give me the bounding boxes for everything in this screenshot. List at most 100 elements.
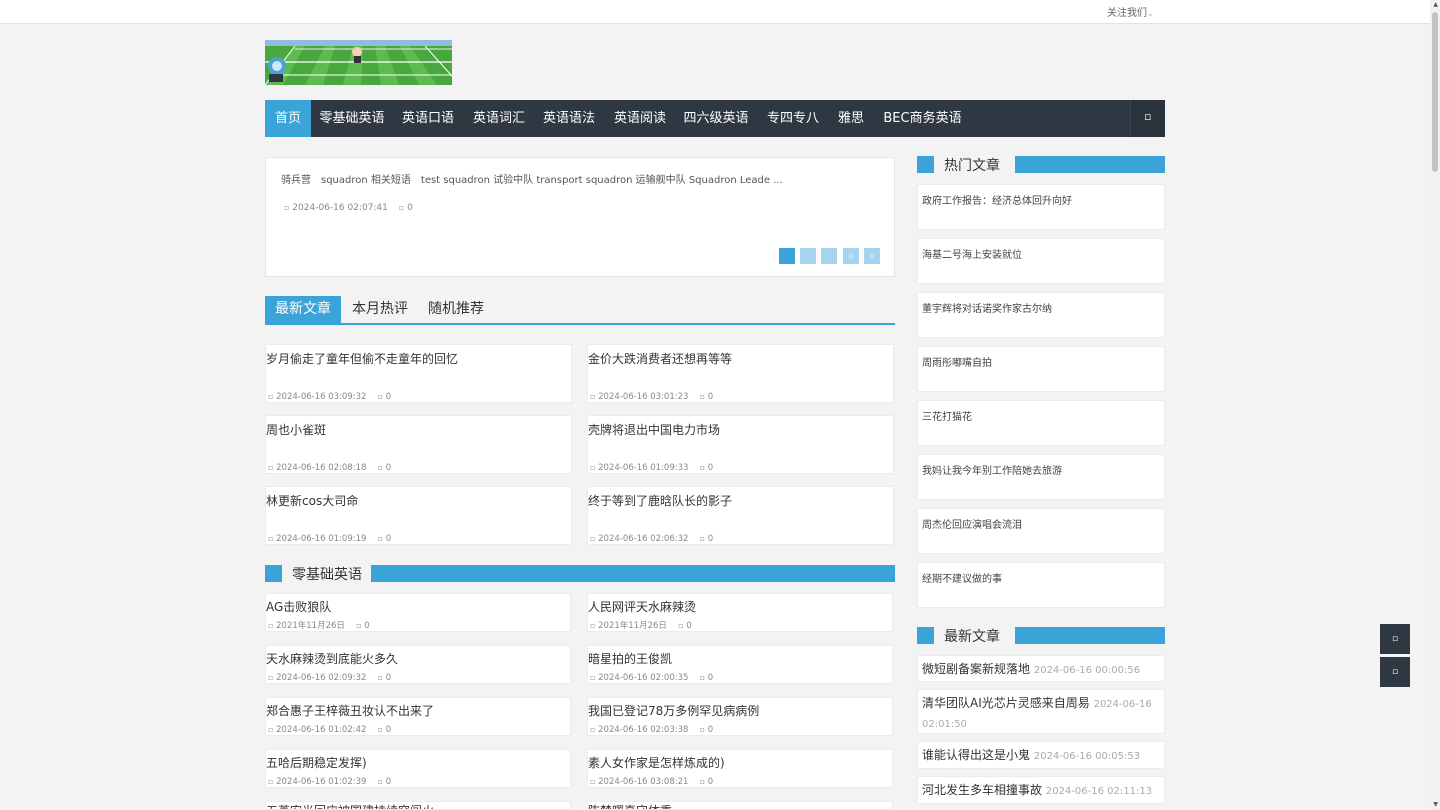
list-item[interactable]: 天水麻辣烫到底能火多久 ▫ 2024-06-16 02:09:32 ▫ 0: [265, 645, 571, 684]
article-comment-count: 0: [385, 725, 392, 735]
nav-item-grammar[interactable]: 英语语法: [534, 100, 604, 137]
slider-dot-1[interactable]: [779, 248, 795, 264]
calendar-icon: ▫: [590, 621, 596, 630]
tab-monthly-hot[interactable]: 本月热评: [345, 296, 415, 323]
list-item[interactable]: 微短剧备案新规落地 2024-06-16 00:00:56: [917, 655, 1165, 682]
article-title[interactable]: 陈楚曙真守体重: [588, 802, 672, 809]
list-item[interactable]: 暗星拍的王俊凯 ▫ 2024-06-16 02:00:35 ▫ 0: [587, 645, 893, 684]
follow-us-link[interactable]: 关注我们⌄: [1107, 4, 1154, 19]
list-item[interactable]: 岁月偷走了童年但偷不走童年的回忆 ▫ 2024-06-16 03:09:32 ▫…: [265, 344, 572, 403]
latest-article-title[interactable]: 微短剧备案新规落地: [922, 662, 1030, 676]
list-item[interactable]: 我国已登记78万多例罕见病病例 ▫ 2024-06-16 02:03:38 ▫ …: [587, 697, 893, 736]
article-title[interactable]: AG击败狼队: [266, 598, 331, 615]
calendar-icon: ▫: [268, 673, 274, 682]
list-item[interactable]: 清华团队AI光芯片灵感来自周易 2024-06-16 02:01:50: [917, 689, 1165, 734]
nav-item-bec[interactable]: BEC商务英语: [875, 100, 970, 137]
latest-article-title[interactable]: 河北发生多车相撞事故: [922, 783, 1042, 797]
list-item[interactable]: 河北发生多车相撞事故 2024-06-16 02:11:13: [917, 776, 1165, 804]
scroll-thumb[interactable]: [1432, 12, 1438, 172]
article-title[interactable]: 林更新cos大司命: [266, 492, 358, 509]
hot-article-title[interactable]: 周雨彤嘟嘴自拍: [922, 354, 992, 369]
article-title[interactable]: 暗星拍的王俊凯: [588, 650, 672, 667]
list-item[interactable]: 周杰伦回应演唱会流泪: [917, 508, 1165, 554]
scrollbar[interactable]: ▲ ▼: [1430, 0, 1440, 810]
scroll-up-arrow-icon[interactable]: ▲: [1433, 2, 1438, 8]
scroll-down-arrow-icon[interactable]: ▼: [1433, 802, 1438, 808]
article-title[interactable]: 周也小雀斑: [266, 421, 326, 438]
list-item[interactable]: 五菱宏光回应被国建持续突闯火: [265, 801, 571, 810]
hot-article-title[interactable]: 我妈让我今年别工作陪她去旅游: [922, 462, 1062, 477]
nav-item-spoken-english[interactable]: 英语口语: [393, 100, 463, 137]
search-button[interactable]: ▫: [1130, 100, 1165, 137]
list-item[interactable]: 人民网评天水麻辣烫 ▫ 2021年11月26日 ▫ 0: [587, 593, 893, 632]
site-logo[interactable]: [265, 40, 452, 85]
article-title[interactable]: 郑合惠子王梓薇丑妆认不出来了: [266, 702, 434, 719]
list-item[interactable]: 林更新cos大司命 ▫ 2024-06-16 01:09:19 ▫ 0: [265, 486, 572, 545]
tab-random[interactable]: 随机推荐: [421, 296, 491, 323]
list-item[interactable]: 金价大跌消费者还想再等等 ▫ 2024-06-16 03:01:23 ▫ 0: [587, 344, 894, 403]
hot-article-title[interactable]: 经期不建议做的事: [922, 570, 1002, 585]
nav-item-tem[interactable]: 专四专八: [760, 100, 826, 137]
calendar-icon: ▫: [268, 777, 274, 786]
article-title[interactable]: 五菱宏光回应被国建持续突闯火: [266, 802, 434, 809]
floating-button-1[interactable]: ▫: [1380, 624, 1410, 654]
article-meta: ▫ 2024-06-16 02:03:38 ▫ 0: [590, 723, 713, 735]
slider-dot-2[interactable]: [800, 248, 816, 264]
featured-slider[interactable]: 骑兵营 squadron 相关短语 test squadron 试验中队 tra…: [265, 157, 895, 277]
article-title[interactable]: 金价大跌消费者还想再等等: [588, 350, 732, 367]
hot-article-title[interactable]: 董宇辉将对话诺奖作家古尔纳: [922, 300, 1052, 315]
article-title[interactable]: 终于等到了鹿晗队长的影子: [588, 492, 732, 509]
article-title[interactable]: 人民网评天水麻辣烫: [588, 598, 696, 615]
slider-dot-5[interactable]: ▫: [864, 248, 880, 264]
latest-article-title[interactable]: 谁能认得出这是小鬼: [922, 748, 1030, 762]
nav-item-basic-english[interactable]: 零基础英语: [313, 100, 391, 137]
article-title[interactable]: 天水麻辣烫到底能火多久: [266, 650, 398, 667]
comment-icon: ▫: [699, 463, 706, 472]
latest-article-title[interactable]: 清华团队AI光芯片灵感来自周易: [922, 696, 1090, 710]
nav-item-vocabulary[interactable]: 英语词汇: [464, 100, 534, 137]
nav-item-cet[interactable]: 四六级英语: [677, 100, 755, 137]
hot-article-title[interactable]: 周杰伦回应演唱会流泪: [922, 516, 1022, 531]
list-item[interactable]: 经期不建议做的事: [917, 562, 1165, 608]
slider-dot-3[interactable]: [821, 248, 837, 264]
slider-comment-count: 0: [407, 203, 413, 213]
article-date: 2024-06-16 01:09:19: [276, 534, 367, 544]
list-item[interactable]: 海基二号海上安装就位: [917, 238, 1165, 284]
comment-icon: ▫: [699, 673, 706, 682]
list-item[interactable]: 董宇辉将对话诺奖作家古尔纳: [917, 292, 1165, 338]
list-item[interactable]: 郑合惠子王梓薇丑妆认不出来了 ▫ 2024-06-16 01:02:42 ▫ 0: [265, 697, 571, 736]
list-item[interactable]: 素人女作家是怎样炼成的) ▫ 2024-06-16 03:08:21 ▫ 0: [587, 749, 893, 788]
list-item[interactable]: 谁能认得出这是小鬼 2024-06-16 00:05:53: [917, 741, 1165, 769]
list-item[interactable]: AG击败狼队 ▫ 2021年11月26日 ▫ 0: [265, 593, 571, 632]
nav-item-home[interactable]: 首页: [265, 100, 311, 137]
list-item[interactable]: 我妈让我今年别工作陪她去旅游: [917, 454, 1165, 500]
list-item[interactable]: 三花打猫花: [917, 400, 1165, 446]
article-date: 2024-06-16 02:06:32: [598, 534, 689, 544]
list-item[interactable]: 陈楚曙真守体重: [587, 801, 893, 810]
floating-button-2[interactable]: ▫: [1380, 657, 1410, 687]
article-title[interactable]: 五哈后期稳定发挥): [266, 754, 367, 771]
list-item[interactable]: 政府工作报告：经济总体回升向好: [917, 184, 1165, 230]
list-item[interactable]: 周雨彤嘟嘴自拍: [917, 346, 1165, 392]
hot-article-title[interactable]: 三花打猫花: [922, 408, 972, 423]
slider-excerpt[interactable]: 骑兵营 squadron 相关短语 test squadron 试验中队 tra…: [281, 171, 783, 186]
tab-latest[interactable]: 最新文章: [265, 296, 341, 323]
article-title[interactable]: 素人女作家是怎样炼成的): [588, 754, 725, 771]
hot-article-title[interactable]: 海基二号海上安装就位: [922, 246, 1022, 261]
list-item[interactable]: 周也小雀斑 ▫ 2024-06-16 02:08:18 ▫ 0: [265, 415, 572, 474]
nav-item-ielts[interactable]: 雅思: [831, 100, 871, 137]
article-title[interactable]: 岁月偷走了童年但偷不走童年的回忆: [266, 350, 458, 367]
list-item[interactable]: 终于等到了鹿晗队长的影子 ▫ 2024-06-16 02:06:32 ▫ 0: [587, 486, 894, 545]
article-title[interactable]: 我国已登记78万多例罕见病病例: [588, 702, 759, 719]
calendar-icon: ▫: [590, 777, 596, 786]
slider-dot-4[interactable]: ▫: [843, 248, 859, 264]
top-bar: 关注我们⌄: [0, 0, 1430, 24]
article-title[interactable]: 壳牌将退出中国电力市场: [588, 421, 720, 438]
article-meta: ▫ 2024-06-16 02:06:32 ▫ 0: [590, 532, 713, 544]
section-title[interactable]: 零基础英语: [292, 564, 362, 584]
hot-article-title[interactable]: 政府工作报告：经济总体回升向好: [922, 192, 1072, 207]
section-rule: [1015, 627, 1165, 644]
list-item[interactable]: 壳牌将退出中国电力市场 ▫ 2024-06-16 01:09:33 ▫ 0: [587, 415, 894, 474]
list-item[interactable]: 五哈后期稳定发挥) ▫ 2024-06-16 01:02:39 ▫ 0: [265, 749, 571, 788]
nav-item-reading[interactable]: 英语阅读: [605, 100, 675, 137]
